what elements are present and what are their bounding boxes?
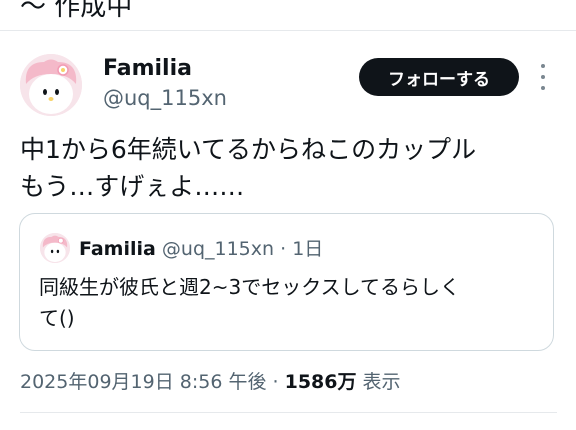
author-name[interactable]: Familia (103, 56, 192, 81)
more-vertical-icon[interactable] (537, 64, 549, 90)
author-handle[interactable]: @uq_115xn (103, 86, 227, 110)
avatar-character-icon (40, 233, 70, 263)
quote-text: 同級生が彼氏と週2~3でセックスしてるらしく て() (39, 272, 539, 334)
previous-post-partial-text: ～ 作成中 (20, 0, 133, 22)
avatar[interactable] (20, 54, 82, 116)
views-label: 表示 (362, 371, 401, 393)
avatar-character-icon (20, 54, 82, 116)
quote-header: Familia @uq_115xn · 1日 (79, 234, 323, 261)
quote-text-line: て() (39, 306, 75, 330)
tweet-meta: 2025年09月19日 8:56 午後 · 1586万 表示 (20, 367, 401, 394)
views-count: 1586万 (284, 371, 357, 393)
quote-avatar[interactable] (40, 233, 70, 263)
quote-text-line: 同級生が彼氏と週2~3でセックスしてるらしく (39, 275, 461, 299)
divider (0, 30, 576, 31)
tweet-text: 中1から6年続いてるからねこのカップル もう…すげぇよ…… (20, 131, 560, 205)
follow-button[interactable]: フォローする (359, 58, 519, 96)
quote-author-name[interactable]: Familia (79, 238, 156, 260)
tweet-text-line: もう…すげぇよ…… (20, 172, 245, 201)
divider (20, 412, 557, 413)
quote-time[interactable]: 1日 (292, 238, 323, 260)
quote-author-handle[interactable]: @uq_115xn (162, 238, 274, 260)
quoted-tweet[interactable]: Familia @uq_115xn · 1日 同級生が彼氏と週2~3でセックスし… (19, 213, 554, 351)
tweet-text-line: 中1から6年続いてるからねこのカップル (20, 135, 477, 164)
timestamp[interactable]: 2025年09月19日 8:56 午後 (20, 371, 266, 393)
quote-separator: · (280, 238, 287, 260)
meta-separator: · (272, 371, 279, 393)
